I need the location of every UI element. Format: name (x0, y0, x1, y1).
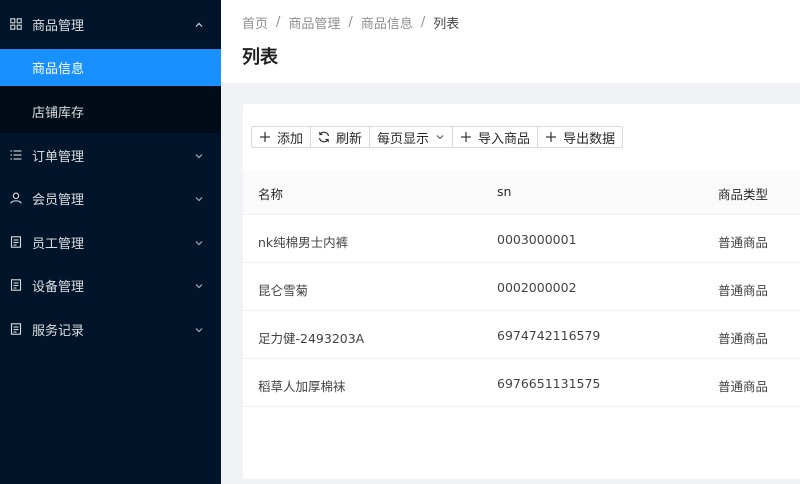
export-button[interactable]: 导出数据 (538, 127, 622, 147)
add-button[interactable]: 添加 (252, 127, 312, 147)
sidebar-subitem-store-inventory[interactable]: 店铺库存 (0, 93, 221, 130)
import-button[interactable]: 导入商品 (453, 127, 539, 147)
import-button-label: 导入商品 (478, 131, 531, 147)
refresh-button-label: 刷新 (336, 131, 363, 147)
page-size-label: 每页显示 (377, 131, 430, 147)
breadcrumb-separator: / (420, 15, 426, 30)
add-button-label: 添加 (277, 131, 304, 147)
table-header: 名称 sn 商品类型 (243, 170, 800, 215)
cell-type: 普通商品 (718, 331, 769, 346)
sidebar-item-product-management[interactable]: 商品管理 (0, 2, 221, 46)
table-row[interactable]: 足力健-2493203A 6974742116579 普通商品 (243, 312, 800, 359)
cell-name: nk纯棉男士内裤 (258, 235, 349, 250)
table-row[interactable]: 稻草人加厚棉袜 6976651131575 普通商品 (243, 360, 800, 407)
breadcrumb-product-management[interactable]: 商品管理 (288, 13, 340, 32)
chevron-down-icon (194, 193, 204, 203)
sidebar-item-service-records[interactable]: 服务记录 (0, 307, 221, 351)
list-icon (10, 149, 22, 161)
refresh-button[interactable]: 刷新 (311, 127, 371, 147)
sidebar-item-label: 会员管理 (32, 192, 85, 208)
document-icon (10, 279, 22, 291)
table-row[interactable]: nk纯棉男士内裤 0003000001 普通商品 (243, 216, 800, 263)
toolbar: 添加 刷新 每页显示 导入商品 导出数据 (251, 126, 624, 148)
sidebar-item-members[interactable]: 会员管理 (0, 176, 221, 220)
plus-icon (546, 132, 557, 142)
chevron-up-icon (194, 19, 204, 29)
document-icon (10, 236, 22, 248)
refresh-icon (318, 131, 330, 143)
chevron-down-icon (194, 150, 204, 160)
sidebar-item-label: 商品管理 (32, 18, 85, 34)
sidebar-subitem-label: 店铺库存 (32, 106, 85, 121)
sidebar: 商品管理 商品信息 店铺库存 订单管理 会员管理 员工管理 设备管理 服务记录 (0, 0, 221, 484)
cell-sn: 6976651131575 (497, 376, 601, 391)
cell-type: 普通商品 (718, 379, 769, 394)
breadcrumb-separator: / (276, 15, 281, 30)
appstore-icon (10, 18, 22, 30)
export-button-label: 导出数据 (563, 131, 616, 147)
breadcrumb-product-info[interactable]: 商品信息 (361, 13, 413, 32)
sidebar-item-staff[interactable]: 员工管理 (0, 220, 221, 264)
sidebar-subitem-label: 商品信息 (32, 62, 85, 77)
chevron-down-icon (194, 324, 204, 334)
sidebar-item-label: 员工管理 (32, 236, 85, 252)
page-header: 首页 / 商品管理 / 商品信息 / 列表 列表 (221, 0, 800, 83)
cell-name: 稻草人加厚棉袜 (258, 379, 346, 394)
cell-type: 普通商品 (718, 283, 769, 298)
chevron-down-icon (194, 280, 204, 290)
chevron-down-icon (436, 135, 444, 140)
column-header-type[interactable]: 商品类型 (718, 184, 768, 203)
chevron-down-icon (194, 237, 204, 247)
sidebar-item-label: 服务记录 (32, 323, 85, 339)
sidebar-subitem-product-info[interactable]: 商品信息 (0, 49, 221, 86)
column-header-sn[interactable]: sn (497, 184, 511, 199)
sidebar-item-label: 订单管理 (32, 149, 85, 165)
user-icon (10, 192, 22, 204)
sidebar-item-devices[interactable]: 设备管理 (0, 263, 221, 307)
column-header-name[interactable]: 名称 (258, 184, 283, 203)
plus-icon (260, 132, 270, 142)
breadcrumb-current: 列表 (433, 17, 460, 32)
cell-sn: 6974742116579 (497, 328, 601, 343)
cell-sn: 0003000001 (497, 232, 577, 247)
cell-type: 普通商品 (718, 235, 769, 250)
breadcrumb-home[interactable]: 首页 (242, 13, 268, 32)
cell-name: 昆仑雪菊 (258, 283, 309, 298)
content-card: 添加 刷新 每页显示 导入商品 导出数据 名称 sn 商品类型 nk纯棉男士内裤… (243, 104, 800, 479)
breadcrumb: 首页 / 商品管理 / 商品信息 / 列表 (242, 13, 459, 32)
document-icon (10, 323, 22, 335)
cell-sn: 0002000002 (497, 280, 577, 295)
cell-name: 足力健-2493203A (258, 331, 365, 346)
page-size-dropdown[interactable]: 每页显示 (370, 127, 454, 147)
plus-icon (461, 132, 472, 142)
sidebar-item-orders[interactable]: 订单管理 (0, 133, 221, 177)
breadcrumb-separator: / (348, 15, 353, 30)
page-title: 列表 (242, 47, 278, 68)
sidebar-item-label: 设备管理 (32, 279, 85, 295)
table-row[interactable]: 昆仑雪菊 0002000002 普通商品 (243, 264, 800, 311)
